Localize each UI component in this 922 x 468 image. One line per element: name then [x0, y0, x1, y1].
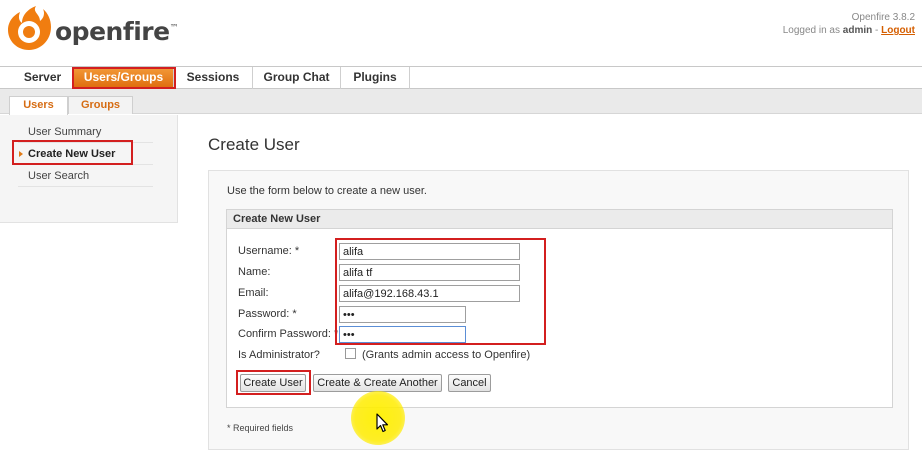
email-input[interactable] [339, 285, 520, 302]
login-status: Logged in as admin - Logout [782, 25, 915, 36]
intro-text: Use the form below to create a new user. [227, 185, 427, 197]
create-user-button[interactable]: Create User [240, 374, 306, 392]
subtab-groups[interactable]: Groups [68, 96, 133, 114]
email-label: Email: [238, 287, 269, 299]
sidebar: User Summary Create New User User Search [0, 115, 178, 223]
main-tab-bar: Server Users/Groups Sessions Group Chat … [0, 66, 922, 89]
tab-sessions[interactable]: Sessions [174, 67, 253, 89]
logged-in-user: admin [842, 25, 873, 36]
required-fields-note: * Required fields [227, 423, 294, 433]
openfire-admin-console: openfire™ Openfire 3.8.2 Logged in as ad… [0, 0, 922, 468]
sub-tab-bar: Users Groups [0, 89, 922, 115]
tab-plugins[interactable]: Plugins [341, 67, 410, 89]
logout-link[interactable]: Logout [881, 25, 915, 36]
name-input[interactable] [339, 264, 520, 281]
header: openfire™ Openfire 3.8.2 Logged in as ad… [0, 0, 922, 66]
form-title: Create New User [226, 209, 893, 229]
sidebar-item-user-search[interactable]: User Search [18, 166, 153, 187]
openfire-flame-icon [6, 4, 52, 55]
password-input[interactable] [339, 306, 466, 323]
confirm-password-input[interactable] [339, 326, 466, 343]
sidebar-item-create-new-user[interactable]: Create New User [18, 144, 153, 165]
page-title: Create User [208, 135, 300, 154]
is-administrator-label: Is Administrator? [238, 349, 320, 361]
sidebar-item-label: Create New User [28, 148, 116, 160]
mouse-pointer-icon [376, 413, 389, 436]
sidebar-item-user-summary[interactable]: User Summary [18, 122, 153, 143]
create-and-create-another-button[interactable]: Create & Create Another [313, 374, 442, 392]
password-label: Password: * [238, 308, 297, 320]
username-label: Username: * [238, 245, 300, 257]
name-label: Name: [238, 266, 271, 278]
confirm-password-label: Confirm Password: * [238, 328, 339, 340]
brand-logo: openfire™ [55, 17, 179, 46]
tab-group-chat[interactable]: Group Chat [253, 67, 341, 89]
subtab-users[interactable]: Users [9, 96, 68, 115]
is-administrator-checkbox[interactable] [345, 348, 356, 359]
version-label: Openfire 3.8.2 [851, 12, 915, 23]
cancel-button[interactable]: Cancel [448, 374, 491, 392]
tab-users-groups[interactable]: Users/Groups [74, 67, 174, 89]
tab-server[interactable]: Server [12, 67, 74, 89]
username-input[interactable] [339, 243, 520, 260]
administrator-hint: (Grants admin access to Openfire) [362, 349, 531, 361]
arrow-right-icon [19, 151, 23, 157]
